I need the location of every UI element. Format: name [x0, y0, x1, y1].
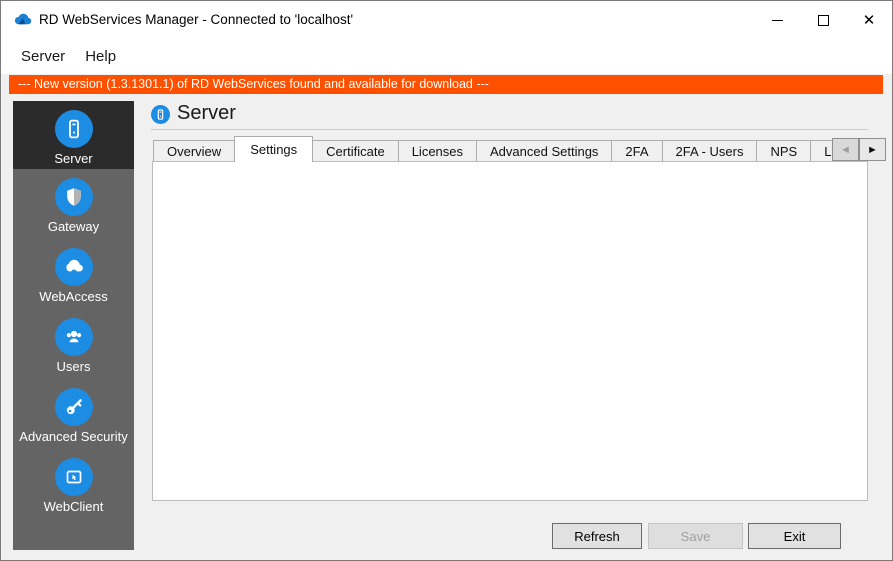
minimize-button[interactable] [754, 1, 800, 39]
tab-strip: Overview Settings Certificate Licenses A… [153, 136, 847, 162]
header-divider [151, 129, 868, 130]
window-cursor-icon [55, 458, 93, 496]
tab-2fa-users[interactable]: 2FA - Users [662, 140, 758, 162]
update-banner[interactable]: --- New version (1.3.1301.1) of RD WebSe… [9, 75, 883, 94]
menu-bar: Server Help [1, 39, 892, 74]
server-icon [55, 110, 93, 148]
chevron-left-icon: ◄ [840, 144, 851, 156]
sidebar-item-label: Advanced Security [13, 429, 134, 444]
tab-scroll-right-button[interactable]: ► [859, 138, 886, 161]
window-controls: ✕ [754, 1, 892, 39]
sidebar-item-webaccess[interactable]: WebAccess [13, 239, 134, 309]
save-button[interactable]: Save [648, 523, 743, 549]
tab-overview[interactable]: Overview [153, 140, 235, 162]
page-server-icon [151, 105, 170, 124]
maximize-icon [818, 15, 829, 26]
sidebar-item-label: WebClient [13, 499, 134, 514]
window-title: RD WebServices Manager - Connected to 'l… [39, 12, 353, 27]
sidebar-item-advanced-security[interactable]: Advanced Security [13, 379, 134, 449]
refresh-button[interactable]: Refresh [552, 523, 642, 549]
key-icon [55, 388, 93, 426]
app-cloud-icon [14, 11, 32, 27]
settings-tab-panel [152, 161, 868, 501]
tab-settings[interactable]: Settings [234, 136, 313, 162]
exit-button[interactable]: Exit [748, 523, 841, 549]
title-bar: RD WebServices Manager - Connected to 'l… [1, 1, 892, 39]
close-button[interactable]: ✕ [846, 1, 892, 39]
sidebar-item-label: Users [13, 359, 134, 374]
sidebar-item-gateway[interactable]: Gateway [13, 169, 134, 239]
shield-icon [55, 178, 93, 216]
tab-certificate[interactable]: Certificate [312, 140, 399, 162]
sidebar-item-label: Gateway [13, 219, 134, 234]
minimize-icon [772, 20, 783, 21]
tab-licenses[interactable]: Licenses [398, 140, 477, 162]
tab-advanced-settings[interactable]: Advanced Settings [476, 140, 612, 162]
sidebar-item-label: Server [13, 151, 134, 166]
cloud-icon [55, 248, 93, 286]
chevron-right-icon: ► [867, 144, 878, 156]
tab-2fa[interactable]: 2FA [611, 140, 662, 162]
sidebar-item-users[interactable]: Users [13, 309, 134, 379]
sidebar: Server Gateway WebAccess [13, 101, 134, 550]
menu-server[interactable]: Server [11, 44, 75, 69]
close-icon: ✕ [863, 13, 876, 28]
sidebar-item-label: WebAccess [13, 289, 134, 304]
page-title: Server [177, 102, 236, 125]
maximize-button[interactable] [800, 1, 846, 39]
app-window: RD WebServices Manager - Connected to 'l… [0, 0, 893, 561]
sidebar-item-webclient[interactable]: WebClient [13, 449, 134, 519]
sidebar-item-server[interactable]: Server [13, 101, 134, 169]
tab-scroll-left-button[interactable]: ◄ [832, 138, 859, 161]
tab-nps[interactable]: NPS [756, 140, 811, 162]
menu-help[interactable]: Help [75, 44, 126, 69]
users-icon [55, 318, 93, 356]
